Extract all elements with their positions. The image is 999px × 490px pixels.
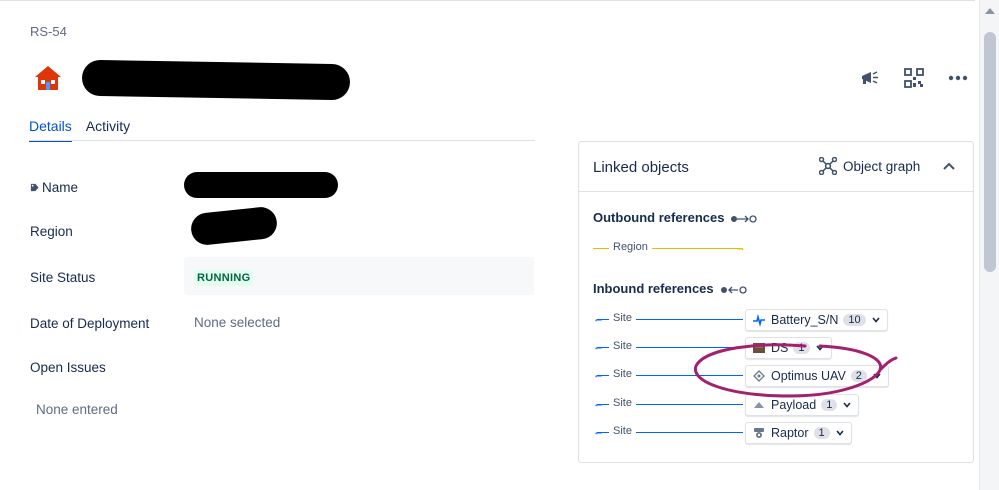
outbound-title-text: Outbound references (593, 210, 725, 225)
outbound-ref-label: Region (609, 241, 652, 253)
scroll-thumb[interactable] (984, 32, 996, 272)
site-house-icon (35, 66, 61, 90)
tag-icon (30, 183, 39, 192)
deployment-date-value[interactable]: None selected (194, 315, 280, 330)
arrow-left-icon: ← (593, 426, 604, 438)
chip-count: 2 (850, 370, 867, 382)
qr-code-button[interactable] (901, 66, 927, 90)
field-region-label: Region (30, 224, 73, 239)
ds-icon (753, 343, 765, 353)
graph-nodes-icon (819, 157, 837, 175)
chip-count: 10 (843, 314, 866, 326)
field-issues-label: Open Issues (30, 360, 106, 375)
linked-objects-header: Linked objects Object graph (579, 142, 973, 192)
tab-activity[interactable]: Activity (86, 118, 130, 142)
inbound-ref-label: Site (609, 397, 636, 409)
arrow-left-icon: ← (593, 313, 604, 325)
chevron-down-icon (873, 373, 881, 379)
chip-label: Optimus UAV (771, 369, 846, 383)
inbound-ref-row: ← Site Payload 1 (593, 394, 963, 416)
chip-count: 1 (793, 342, 810, 354)
top-border (0, 0, 975, 1)
status-badge[interactable]: RUNNING (194, 270, 254, 286)
object-graph-button[interactable]: Object graph (819, 157, 920, 175)
field-name: Name (30, 180, 78, 195)
linked-object-chip[interactable]: Raptor 1 (745, 422, 852, 444)
chip-count: 1 (813, 427, 830, 439)
qr-code-icon (904, 68, 924, 88)
chevron-down-icon (836, 430, 844, 436)
chip-label: Battery_S/N (771, 313, 839, 327)
chip-count: 1 (821, 399, 838, 411)
linked-object-chip[interactable]: Payload 1 (745, 394, 860, 416)
inbound-references-title: Inbound references (593, 281, 748, 296)
camera-icon (754, 428, 764, 438)
inbound-ref-label: Site (609, 368, 636, 380)
redacted-title (81, 59, 351, 101)
linked-objects-title: Linked objects (593, 159, 689, 176)
chevron-down-icon (843, 402, 851, 408)
outbound-references-title: Outbound references (593, 210, 758, 225)
chip-label: DS (771, 341, 789, 355)
inbound-ref-row: ← Site Raptor 1 (593, 422, 963, 444)
open-issues-value[interactable]: None entered (36, 402, 118, 417)
arrow-right-icon: → (735, 242, 746, 254)
inbound-ref-row: ← Site Optimus UAV 2 (593, 365, 963, 387)
inbound-ref-label: Site (609, 425, 636, 437)
inbound-arrow-icon (720, 285, 747, 294)
linked-object-chip[interactable]: DS 1 (745, 337, 832, 359)
chevron-down-icon (872, 317, 880, 323)
chip-label: Payload (771, 398, 817, 412)
tab-divider (29, 140, 535, 141)
linked-object-chip[interactable]: Optimus UAV 2 (745, 365, 889, 387)
drone-icon (753, 370, 765, 382)
scroll-up-arrow-icon[interactable] (985, 8, 995, 14)
redacted-region-value (189, 205, 279, 247)
tab-bar: Details Activity (29, 118, 130, 142)
header-actions (857, 66, 971, 90)
megaphone-icon (862, 71, 878, 84)
linked-objects-panel: Linked objects Object graph Outbound ref… (578, 141, 974, 463)
outbound-ref-row: Region → (593, 238, 963, 260)
inbound-ref-row: ← Site DS 1 (593, 337, 963, 359)
inbound-ref-row: ← Site Battery_S/N 10 (593, 309, 963, 331)
object-graph-label: Object graph (843, 158, 921, 174)
arrow-left-icon: ← (593, 341, 604, 353)
outbound-arrow-icon (731, 214, 758, 223)
arrow-left-icon: ← (593, 398, 604, 410)
linked-object-chip[interactable]: Battery_S/N 10 (745, 309, 888, 331)
inbound-title-text: Inbound references (593, 281, 714, 296)
tab-details[interactable]: Details (29, 118, 72, 142)
payload-icon (754, 402, 764, 408)
more-actions-button[interactable] (945, 66, 971, 90)
chevron-up-icon[interactable] (941, 159, 957, 175)
scrollbar[interactable] (979, 0, 999, 490)
issue-key: RS-54 (30, 24, 67, 39)
inbound-ref-label: Site (609, 312, 636, 324)
more-dots-icon (948, 75, 968, 81)
feedback-button[interactable] (857, 66, 883, 90)
battery-icon (753, 313, 765, 327)
field-name-label: Name (42, 180, 79, 195)
field-deployment-label: Date of Deployment (30, 316, 150, 331)
field-status-label: Site Status (30, 270, 96, 285)
chevron-down-icon (815, 345, 824, 351)
redacted-name-value (184, 172, 338, 198)
chip-label: Raptor (771, 426, 809, 440)
inbound-ref-label: Site (609, 340, 636, 352)
arrow-left-icon: ← (593, 369, 604, 381)
